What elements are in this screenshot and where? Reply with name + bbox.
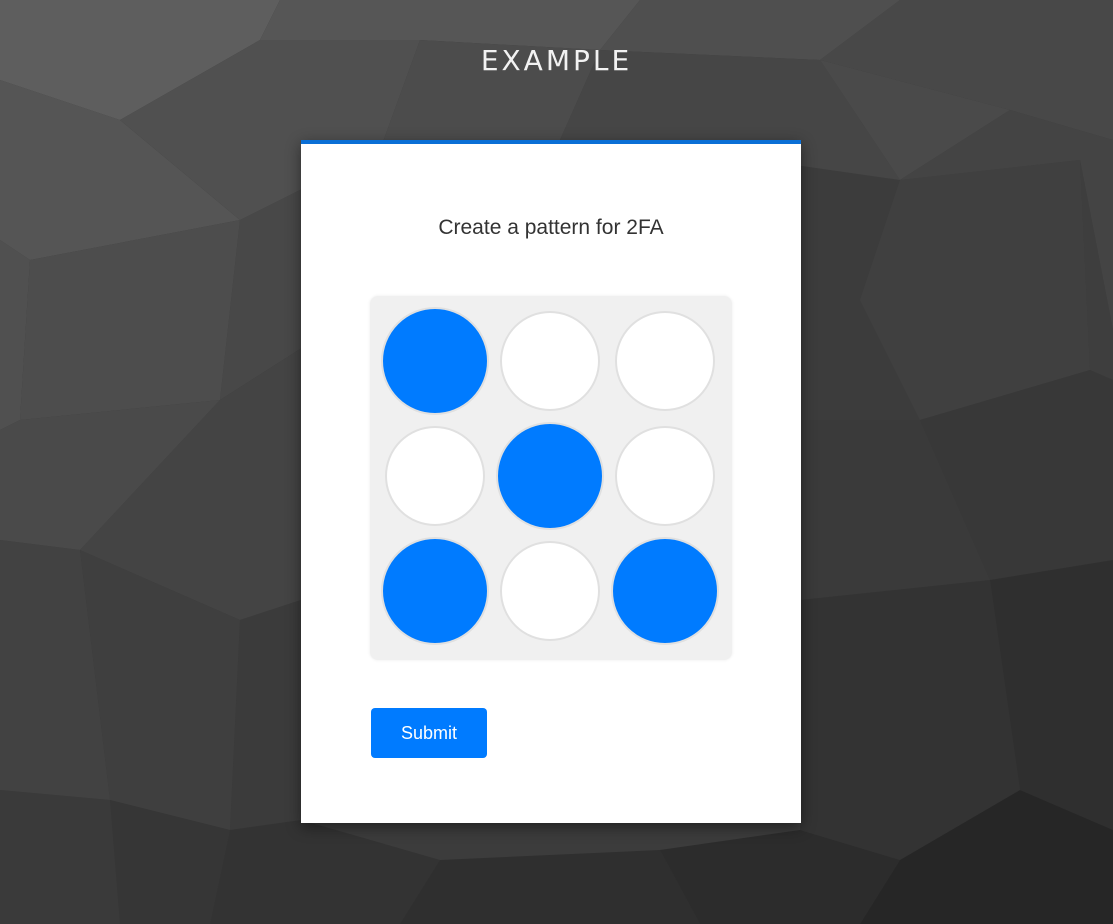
pattern-dot-r1-c1[interactable] [381, 307, 489, 415]
pattern-dot-r1-c2[interactable] [500, 311, 600, 411]
pattern-card: Create a pattern for 2FA Submit [301, 140, 801, 823]
pattern-dot-r3-c3[interactable] [611, 537, 719, 645]
pattern-grid [370, 296, 732, 660]
pattern-dot-r2-c3[interactable] [615, 426, 715, 526]
submit-button[interactable]: Submit [371, 708, 487, 758]
pattern-dot-r2-c1[interactable] [385, 426, 485, 526]
pattern-dot-r3-c2[interactable] [500, 541, 600, 641]
pattern-dot-r1-c3[interactable] [615, 311, 715, 411]
brand-title: EXAMPLE [480, 44, 633, 77]
card-title: Create a pattern for 2FA [438, 216, 664, 239]
pattern-dot-r3-c1[interactable] [381, 537, 489, 645]
pattern-dot-r2-c2[interactable] [496, 422, 604, 530]
